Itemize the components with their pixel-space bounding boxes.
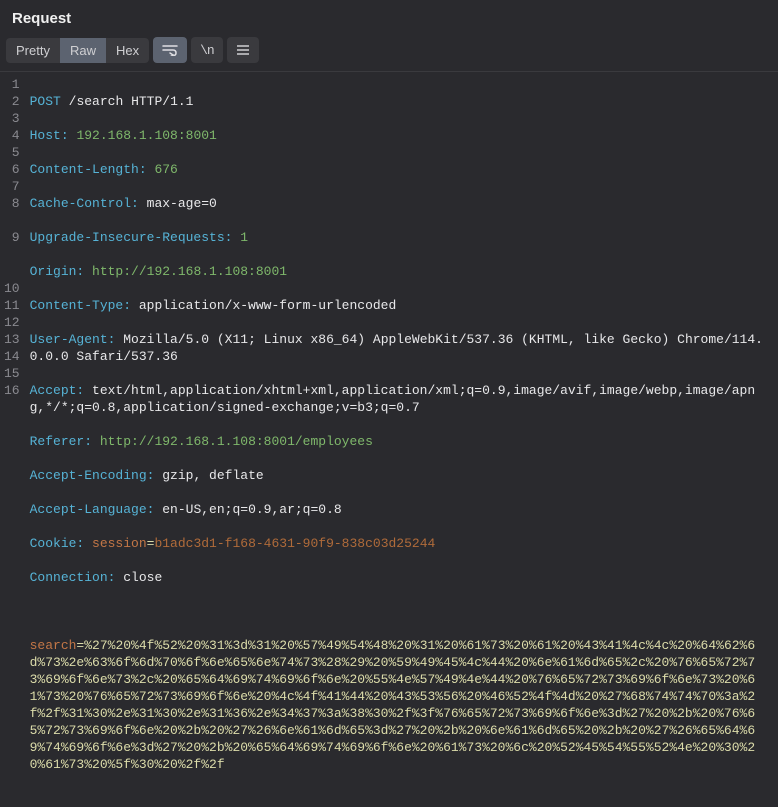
line-number: 16 <box>4 382 20 399</box>
body-param-value: %27%20%4f%52%20%31%3d%31%20%57%49%54%48%… <box>30 638 756 772</box>
header-value: application/x-www-form-urlencoded <box>139 298 396 313</box>
cookie-value: b1adc3d1-f168-4631-90f9-838c03d25244 <box>154 536 435 551</box>
header-key: Accept: <box>30 383 85 398</box>
line-gutter: 1 2 3 4 5 6 7 8 9 10 11 12 13 14 15 16 <box>0 72 26 807</box>
header-value: Mozilla/5.0 (X11; Linux x86_64) AppleWeb… <box>30 332 763 364</box>
line-number: 9 <box>4 229 20 246</box>
header-value: close <box>123 570 162 585</box>
line-number: 10 <box>4 280 20 297</box>
header-key: Cookie: <box>30 536 85 551</box>
header-key: Accept-Encoding: <box>30 468 155 483</box>
header-key: Content-Type: <box>30 298 131 313</box>
tab-raw[interactable]: Raw <box>60 38 106 63</box>
body-param-name: search <box>30 638 77 653</box>
http-protocol: HTTP/1.1 <box>131 94 193 109</box>
header-value: 676 <box>154 162 177 177</box>
header-key: User-Agent: <box>30 332 116 347</box>
tab-pretty[interactable]: Pretty <box>6 38 60 63</box>
header-value: gzip, deflate <box>162 468 263 483</box>
header-value: 192.168.1.108:8001 <box>76 128 216 143</box>
header-value: http://192.168.1.108:8001 <box>92 264 287 279</box>
header-key: Content-Length: <box>30 162 147 177</box>
header-value: en-US,en;q=0.9,ar;q=0.8 <box>162 502 341 517</box>
header-key: Cache-Control: <box>30 196 139 211</box>
wrap-lines-icon[interactable] <box>153 37 187 63</box>
header-key: Referer: <box>30 434 92 449</box>
panel-title: Request <box>0 0 778 33</box>
code-area[interactable]: POST /search HTTP/1.1 Host: 192.168.1.10… <box>26 72 774 807</box>
tab-hex[interactable]: Hex <box>106 38 149 63</box>
header-value: http://192.168.1.108:8001/employees <box>100 434 373 449</box>
view-toolbar: Pretty Raw Hex \n <box>0 33 778 71</box>
header-value: 1 <box>240 230 248 245</box>
show-nonprintable-icon[interactable]: \n <box>191 37 223 63</box>
more-menu-icon[interactable] <box>227 37 259 63</box>
header-key: Accept-Language: <box>30 502 155 517</box>
http-path: /search <box>69 94 124 109</box>
line-number: 6 <box>4 161 20 178</box>
line-number: 8 <box>4 195 20 212</box>
line-number: 11 <box>4 297 20 314</box>
header-value: text/html,application/xhtml+xml,applicat… <box>30 383 756 415</box>
cookie-name: session <box>92 536 147 551</box>
line-number: 2 <box>4 93 20 110</box>
line-number: 14 <box>4 348 20 365</box>
header-key: Host: <box>30 128 69 143</box>
line-number: 3 <box>4 110 20 127</box>
header-key: Connection: <box>30 570 116 585</box>
line-number: 4 <box>4 127 20 144</box>
view-mode-segment: Pretty Raw Hex <box>6 38 149 63</box>
header-value: max-age=0 <box>147 196 217 211</box>
request-editor[interactable]: 1 2 3 4 5 6 7 8 9 10 11 12 13 14 15 16 P… <box>0 71 778 807</box>
line-number: 5 <box>4 144 20 161</box>
line-number: 12 <box>4 314 20 331</box>
line-number: 15 <box>4 365 20 382</box>
http-method: POST <box>30 94 61 109</box>
cookie-equals: = <box>147 536 155 551</box>
line-number: 7 <box>4 178 20 195</box>
body-equals: = <box>76 638 84 653</box>
header-key: Origin: <box>30 264 85 279</box>
header-key: Upgrade-Insecure-Requests: <box>30 230 233 245</box>
line-number: 13 <box>4 331 20 348</box>
line-number: 1 <box>4 76 20 93</box>
